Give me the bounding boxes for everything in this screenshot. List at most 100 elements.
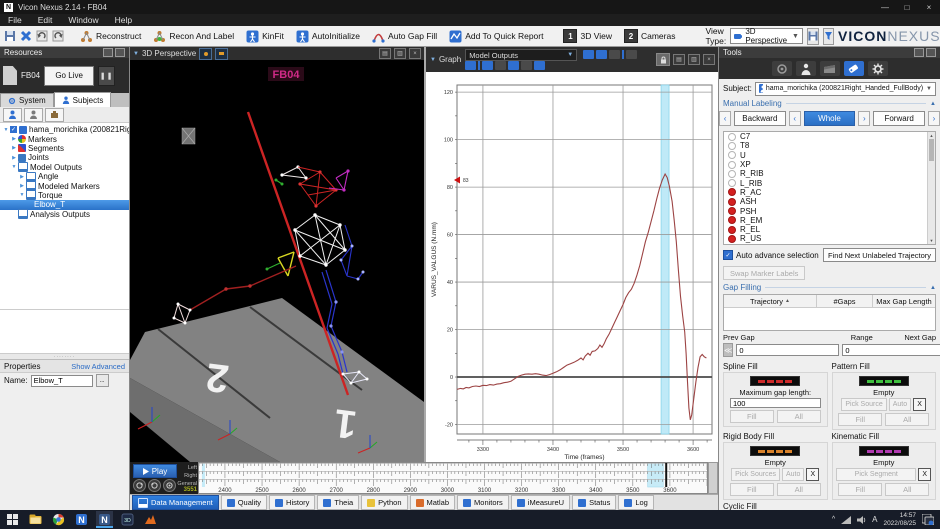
follow-icon[interactable]: [215, 48, 228, 60]
chevron-down-icon[interactable]: ▼: [133, 51, 139, 57]
marker-list-scrollbar[interactable]: ▲ ▼: [927, 132, 935, 244]
scroll-up-icon[interactable]: ▲: [928, 132, 935, 139]
subject-select[interactable]: hama_morichika (200821Right_Handed_FullB…: [755, 82, 936, 96]
auto-advance-checkbox[interactable]: ✓: [723, 250, 733, 260]
timeline-scroll-sliver[interactable]: [708, 462, 718, 494]
kinematic-fill-button[interactable]: Fill: [838, 483, 882, 496]
speaker-icon[interactable]: [857, 516, 866, 524]
orbit-icon[interactable]: [199, 48, 212, 60]
auto-gap-fill-button[interactable]: Auto Gap Fill: [368, 29, 441, 44]
recon-and-label-button[interactable]: Recon And Label: [149, 29, 238, 44]
taskbar-v3d-icon[interactable]: 3D: [119, 511, 136, 528]
tree-item-markers[interactable]: ▶Markers: [0, 134, 129, 143]
range-start-input[interactable]: [736, 344, 839, 356]
current-frame-cursor[interactable]: [661, 85, 669, 434]
add-to-quick-report-button[interactable]: Add To Quick Report: [445, 29, 547, 44]
fit-icon[interactable]: [534, 61, 545, 70]
forward-button[interactable]: Forward: [873, 111, 925, 126]
marker-item-psh[interactable]: PSH: [724, 206, 935, 215]
range-end-input[interactable]: [842, 344, 940, 356]
column-header-gaps[interactable]: #Gaps: [817, 295, 873, 307]
tab-imeasureu[interactable]: iMeasureU: [511, 495, 570, 510]
pin-icon[interactable]: [914, 48, 924, 57]
marker-item-t8[interactable]: T8: [724, 141, 935, 150]
pause-button[interactable]: ❚❚: [98, 66, 115, 86]
browse-button[interactable]: ...: [96, 374, 109, 387]
menu-file[interactable]: File: [0, 15, 30, 25]
spline-all-button[interactable]: All: [777, 410, 821, 423]
tab-log[interactable]: Log: [618, 495, 654, 510]
menu-window[interactable]: Window: [60, 15, 106, 25]
max-gap-input[interactable]: [730, 398, 821, 408]
split-horizontal-icon[interactable]: ▤: [673, 54, 685, 65]
autoinitialize-button[interactable]: AutoInitialize: [292, 29, 364, 44]
maximize-button[interactable]: □: [896, 0, 918, 14]
input-method-indicator[interactable]: A: [872, 515, 877, 524]
tree-item-analysis-outputs[interactable]: Analysis Outputs: [0, 210, 129, 219]
close-trial-button[interactable]: [20, 30, 32, 43]
range-left-button[interactable]: ‹: [789, 111, 801, 126]
pick-sources-button[interactable]: Pick Sources: [731, 468, 780, 481]
subject-checkbox[interactable]: ✓: [10, 126, 17, 133]
rigid-auto-button[interactable]: Auto: [782, 468, 804, 481]
tab-monitors[interactable]: Monitors: [457, 495, 509, 510]
pin-icon[interactable]: [103, 48, 113, 57]
column-header-max-gap[interactable]: Max Gap Length: [873, 295, 935, 307]
expand-icon[interactable]: ▼: [10, 164, 18, 170]
marker-item-r_ac[interactable]: R_AC: [724, 188, 935, 197]
expand-icon[interactable]: ▼: [2, 127, 10, 133]
tree-item-elbow-t[interactable]: Elbow_T: [0, 200, 129, 209]
taskbar-nexus-active-icon[interactable]: N: [96, 511, 113, 528]
kinematic-all-button[interactable]: All: [885, 483, 929, 496]
rigid-all-button[interactable]: All: [777, 483, 821, 496]
pick-segment-button[interactable]: Pick Segment: [836, 468, 916, 481]
taskbar-start-icon[interactable]: [4, 511, 21, 528]
tree-item-hama-morichika-200821rig[interactable]: ▼✓hama_morichika (200821Right_Ha...: [0, 125, 129, 134]
rigid-clear-button[interactable]: X: [806, 468, 819, 481]
expand-icon[interactable]: ▶: [10, 155, 18, 161]
marker-item-r_em[interactable]: R_EM: [724, 216, 935, 225]
kinfit-button[interactable]: KinFit: [242, 29, 288, 44]
expand-icon[interactable]: ▼: [18, 192, 26, 198]
chart-area[interactable]: -200204060801001203300340035003600Time (…: [426, 72, 720, 462]
subject-prep-icon[interactable]: [796, 61, 816, 76]
pattern-all-button[interactable]: All: [885, 413, 929, 426]
marker-item-xp[interactable]: XP: [724, 160, 935, 169]
once-mode-button[interactable]: [163, 479, 176, 492]
prev-gap-button[interactable]: ≪: [723, 343, 733, 357]
split-vertical-icon[interactable]: ▥: [688, 54, 700, 65]
taskbar-nexus-icon[interactable]: N: [73, 511, 90, 528]
play-button[interactable]: Play: [133, 464, 177, 478]
pattern-clear-button[interactable]: X: [913, 398, 926, 411]
gap-filling-section-header[interactable]: Gap Filling ▲: [719, 280, 940, 293]
save-view-button[interactable]: [807, 28, 819, 45]
marker-item-c7[interactable]: C7: [724, 132, 935, 141]
menu-edit[interactable]: Edit: [30, 15, 61, 25]
float-icon[interactable]: [115, 48, 125, 57]
kinematic-clear-button[interactable]: X: [918, 468, 931, 481]
new-subject-button[interactable]: [3, 108, 22, 122]
pick-source-button[interactable]: Pick Source: [841, 398, 886, 411]
pattern-fill-button[interactable]: Fill: [838, 413, 882, 426]
overlay-icon[interactable]: [609, 50, 620, 59]
marker-item-ash[interactable]: ASH: [724, 197, 935, 206]
pan-icon[interactable]: [521, 61, 532, 70]
tab-matlab[interactable]: Matlab: [410, 495, 456, 510]
go-live-button[interactable]: Go Live: [44, 66, 94, 86]
tab-status[interactable]: Status: [572, 495, 616, 510]
minimize-button[interactable]: —: [874, 0, 896, 14]
cameras-button[interactable]: 2Cameras: [620, 28, 679, 44]
expand-icon[interactable]: ▶: [18, 183, 26, 189]
tree-item-torque[interactable]: ▼Torque: [0, 191, 129, 200]
tree-item-segments[interactable]: ▶Segments: [0, 144, 129, 153]
whole-button[interactable]: Whole: [804, 111, 856, 126]
components-icon[interactable]: [465, 61, 476, 70]
expand-icon[interactable]: ▶: [10, 136, 18, 142]
collapse-icon[interactable]: ▲: [930, 285, 936, 291]
taskbar-matlab-icon[interactable]: [142, 511, 159, 528]
traces-icon[interactable]: [482, 61, 493, 70]
close-button[interactable]: ×: [918, 0, 940, 14]
marker-item-u[interactable]: U: [724, 151, 935, 160]
timeline-ruler[interactable]: 2400250026002700280029003000310032003300…: [198, 462, 708, 494]
graph-mode-select[interactable]: Model Outputs ▼: [465, 49, 577, 61]
